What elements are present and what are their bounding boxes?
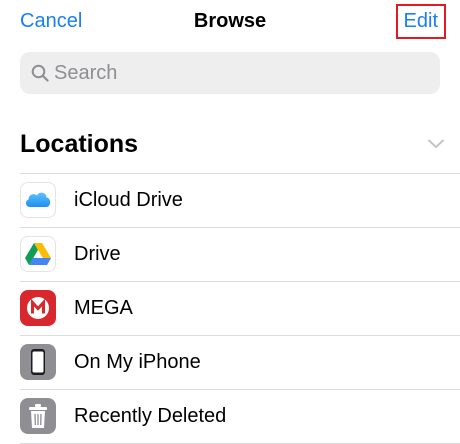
location-label: On My iPhone	[74, 351, 201, 374]
icloud-drive-icon	[20, 182, 56, 218]
navigation-bar: Cancel Browse Edit	[0, 0, 460, 44]
page-title: Browse	[0, 10, 460, 33]
iphone-icon	[20, 344, 56, 380]
location-label: Drive	[74, 243, 121, 266]
locations-list: iCloud Drive Drive MEGA On My iP	[20, 173, 460, 444]
location-item-on-my-iphone[interactable]: On My iPhone	[20, 336, 460, 390]
location-item-drive[interactable]: Drive	[20, 228, 460, 282]
search-bar[interactable]	[20, 52, 440, 94]
locations-header: Locations	[20, 130, 450, 164]
mega-icon	[20, 290, 56, 326]
location-label: MEGA	[74, 297, 133, 320]
search-input[interactable]	[54, 52, 424, 94]
location-item-mega[interactable]: MEGA	[20, 282, 460, 336]
trash-icon	[20, 398, 56, 434]
chevron-down-icon[interactable]	[428, 139, 444, 149]
location-item-icloud-drive[interactable]: iCloud Drive	[20, 174, 460, 228]
edit-button[interactable]: Edit	[396, 4, 446, 39]
search-icon	[31, 64, 49, 82]
google-drive-icon	[20, 236, 56, 272]
location-label: iCloud Drive	[74, 189, 183, 212]
location-item-recently-deleted[interactable]: Recently Deleted	[20, 390, 460, 444]
section-title-locations: Locations	[20, 130, 138, 159]
location-label: Recently Deleted	[74, 405, 226, 428]
